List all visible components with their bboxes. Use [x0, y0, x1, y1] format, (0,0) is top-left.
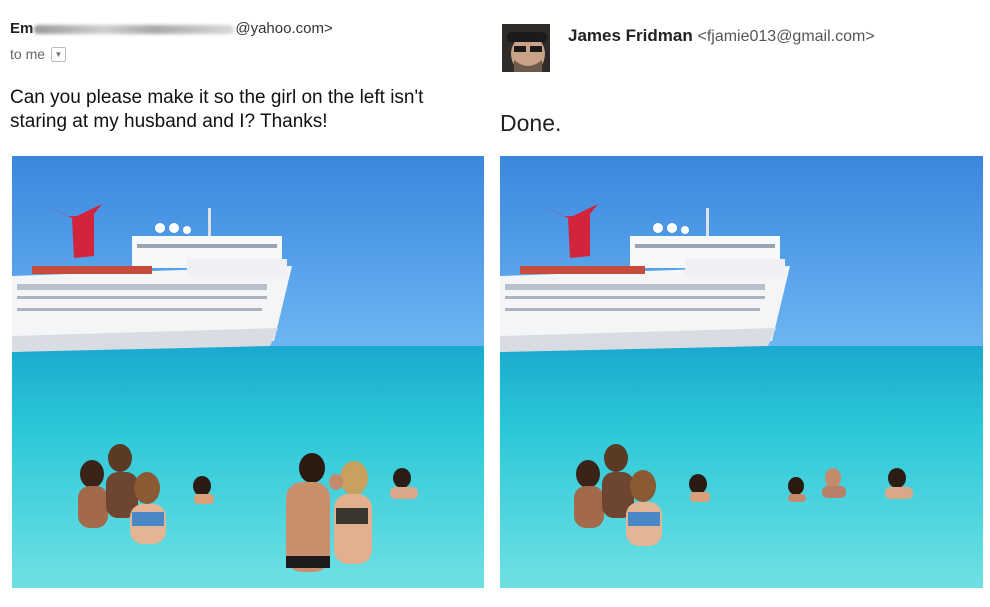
email-body: Can you please make it so the girl on th… — [10, 87, 424, 132]
reply-sender-line: James Fridman <fjamie013@gmail.com> — [568, 26, 875, 46]
recipient-line: to me ▼ — [10, 46, 67, 62]
reply-email: James Fridman <fjamie013@gmail.com> Done… — [490, 0, 990, 607]
recipient-label: to me — [10, 46, 46, 62]
original-email: Em @yahoo.com> to me ▼ Can you please mak… — [0, 0, 488, 607]
original-photo — [12, 156, 484, 588]
reply-sender-name: James Fridman — [568, 26, 693, 45]
redacted-address — [34, 24, 235, 34]
sender-name-partial: Em — [10, 20, 34, 37]
reply-sender-email: <fjamie013@gmail.com> — [697, 28, 875, 45]
edited-photo — [500, 156, 983, 588]
chevron-down-icon[interactable]: ▼ — [51, 46, 67, 62]
sender-line: Em @yahoo.com> — [10, 20, 333, 37]
avatar — [502, 24, 550, 72]
reply-body: Done. — [500, 110, 562, 136]
sender-domain: @yahoo.com> — [235, 20, 333, 37]
